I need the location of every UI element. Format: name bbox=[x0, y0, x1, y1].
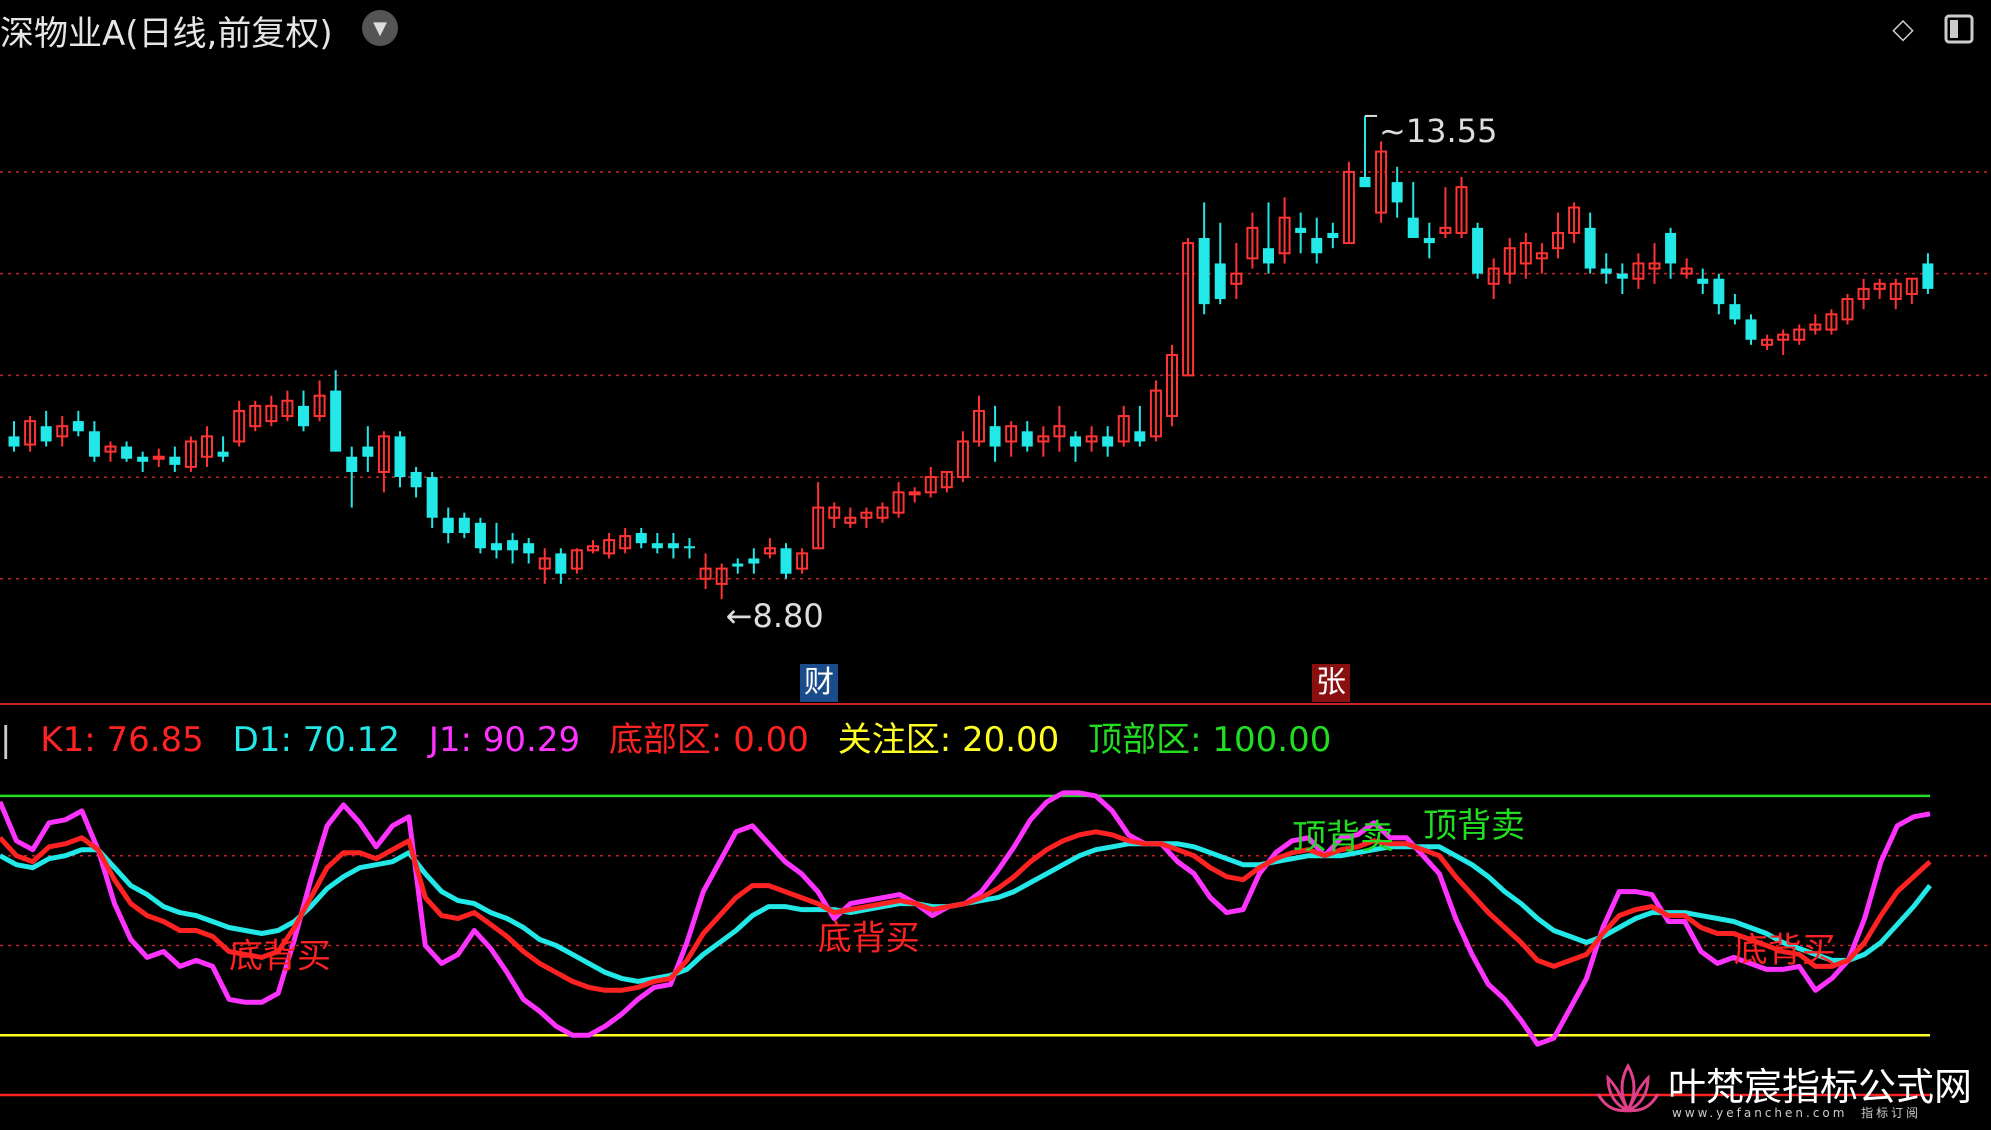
candle-body-down bbox=[1359, 176, 1371, 188]
signal-label: 底背买 bbox=[1734, 931, 1836, 971]
candle-body-down bbox=[1922, 263, 1934, 289]
legend-top-zone: 顶部区: 100.00 bbox=[1088, 720, 1332, 760]
brand-name: 叶梵宸指标公式网 bbox=[1668, 1065, 1973, 1109]
legend-d1: D1: 70.12 bbox=[232, 720, 401, 760]
candle-body-down bbox=[1198, 238, 1210, 305]
candle-body-down bbox=[442, 517, 454, 534]
candle-body-down bbox=[458, 517, 470, 534]
candle-body-down bbox=[1295, 227, 1307, 233]
candle-body-down bbox=[507, 540, 519, 551]
indicator-legend: | K1: 76.85 D1: 70.12 J1: 90.29 底部区: 0.0… bbox=[0, 712, 1349, 761]
candle-body-down bbox=[1472, 227, 1484, 274]
candle-body-down bbox=[684, 546, 695, 549]
window-icon[interactable] bbox=[1942, 12, 1976, 46]
legend-bottom-zone: 底部区: 0.00 bbox=[608, 720, 809, 760]
candle-body-down bbox=[1263, 248, 1274, 264]
legend-k1: K1: 76.85 bbox=[40, 720, 204, 760]
candle-body-down bbox=[394, 436, 406, 478]
candle-body-down bbox=[1697, 278, 1709, 284]
candle-body-down bbox=[667, 543, 679, 549]
limit-up-badge[interactable]: 张 bbox=[1312, 664, 1350, 702]
brand-sub-text: 指标订阅 bbox=[1861, 1106, 1922, 1120]
signal-label: 顶背卖 bbox=[1292, 818, 1394, 858]
candle-body-down bbox=[1214, 263, 1226, 300]
candle-body-down bbox=[1745, 319, 1757, 340]
candle-body-down bbox=[346, 456, 358, 472]
candle-body-down bbox=[491, 543, 502, 551]
chart-stage: ~13.55 ←8.80 底背买 底背买 顶背卖 顶背卖底背买 bbox=[0, 0, 1991, 1130]
candle-body-down bbox=[1600, 268, 1612, 274]
candle-body-down bbox=[989, 426, 1001, 447]
candle-body-down bbox=[1327, 232, 1339, 239]
brand-url-text: www.yefanchen.com bbox=[1672, 1106, 1848, 1120]
candle-body-down bbox=[330, 390, 342, 452]
signal-label: 底背买 bbox=[818, 919, 920, 959]
legend-bar-icon: | bbox=[0, 720, 12, 760]
high-label: ~13.55 bbox=[1379, 112, 1497, 150]
candle-body-down bbox=[732, 563, 744, 567]
candle-body-down bbox=[474, 522, 486, 549]
candle-body-down bbox=[651, 543, 663, 549]
candle-body-down bbox=[72, 421, 84, 432]
candle-body-down bbox=[1391, 182, 1403, 203]
signal-label: 顶背卖 bbox=[1423, 806, 1525, 846]
candle-body-down bbox=[555, 553, 567, 574]
candle-body-down bbox=[121, 446, 133, 459]
chart-svg: ~13.55 ←8.80 底背买 底背买 顶背卖 顶背卖底背买 bbox=[0, 112, 1991, 1097]
candle-body-down bbox=[1311, 238, 1323, 254]
candle-body-down bbox=[410, 471, 422, 488]
lotus-logo-icon bbox=[1596, 1062, 1660, 1114]
signal-label: 底背买 bbox=[229, 937, 331, 977]
watermark-brand: 叶梵宸指标公式网 www.yefanchen.com 指标订阅 bbox=[1590, 1050, 1990, 1130]
candle-body-up bbox=[908, 491, 921, 496]
candle-body-down bbox=[137, 456, 149, 462]
candle-body-down bbox=[362, 446, 374, 457]
candle-body-down bbox=[1070, 436, 1081, 447]
candle-body-down bbox=[1134, 431, 1146, 442]
candle-body-down bbox=[217, 451, 229, 457]
candle-body-down bbox=[1423, 238, 1435, 244]
candle-body-down bbox=[1713, 278, 1725, 305]
candle-body-down bbox=[1616, 273, 1628, 279]
candle-body-down bbox=[88, 431, 100, 457]
page-title: 深物业A(日线,前复权) bbox=[0, 14, 333, 54]
finance-badge[interactable]: 财 bbox=[800, 664, 838, 702]
candle-body-down bbox=[1102, 436, 1114, 447]
candle-body-down bbox=[298, 405, 309, 427]
candle-body-down bbox=[426, 477, 438, 518]
candle-body-down bbox=[635, 533, 647, 544]
diamond-icon[interactable]: ◇ bbox=[1886, 12, 1920, 46]
candle-body-down bbox=[169, 456, 181, 465]
chevron-down-icon[interactable]: ▼ bbox=[362, 10, 398, 46]
brand-url: www.yefanchen.com 指标订阅 bbox=[1672, 1104, 1921, 1121]
candle-body-down bbox=[1584, 227, 1596, 269]
candle-body-down bbox=[1407, 217, 1419, 239]
candle-body-down bbox=[523, 543, 535, 554]
legend-watch-zone: 关注区: 20.00 bbox=[837, 720, 1060, 760]
candle-body-down bbox=[1021, 431, 1033, 447]
candle-body-down bbox=[748, 558, 760, 564]
legend-j1: J1: 90.29 bbox=[428, 720, 581, 760]
low-label: ←8.80 bbox=[726, 597, 824, 635]
candle-body-down bbox=[40, 426, 52, 442]
candle-body-down bbox=[780, 548, 792, 574]
candle-body-down bbox=[1729, 304, 1741, 320]
candle-body-down bbox=[1665, 232, 1677, 264]
candle-body-down bbox=[8, 436, 20, 447]
